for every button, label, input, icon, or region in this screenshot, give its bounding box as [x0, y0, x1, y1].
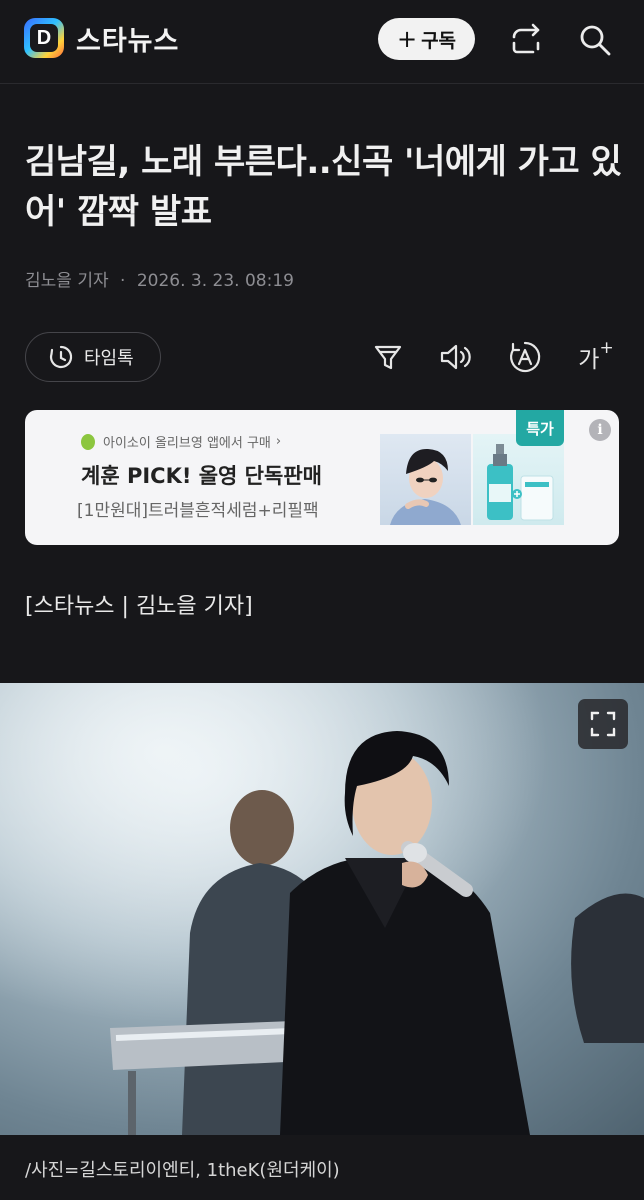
timetalk-label: 타임톡: [84, 348, 134, 369]
byline: 김노을 기자 · 2026. 3. 23. 08:19: [25, 266, 294, 291]
author-name[interactable]: 김노을 기자: [25, 271, 109, 291]
oliveyoung-logo-icon: [81, 433, 95, 450]
font-size-icon[interactable]: 가 +: [572, 336, 620, 378]
timetalk-button[interactable]: 타임톡: [25, 332, 161, 382]
translate-icon[interactable]: [504, 336, 546, 378]
photo-caption: /사진=길스토리이엔티, 1theK(원더케이): [25, 1160, 340, 1181]
plus-icon: +: [396, 25, 418, 53]
font-size-label: 가: [578, 347, 600, 373]
ad-store-line: 아이소이 올리브영 앱에서 구매: [103, 436, 271, 451]
filter-icon[interactable]: [367, 336, 409, 378]
ad-sale-badge: 특가: [516, 410, 564, 446]
ad-product-image[interactable]: [473, 434, 564, 525]
brand-name[interactable]: 스타뉴스: [76, 19, 179, 58]
ad-title[interactable]: 계훈 PICK! 올영 단독판매: [81, 460, 322, 490]
font-size-plus: +: [599, 338, 614, 358]
brand-logo[interactable]: D: [24, 18, 64, 58]
top-bar: D 스타뉴스 + 구독: [0, 0, 644, 84]
publish-datetime: 2026. 3. 23. 08:19: [136, 271, 294, 291]
share-icon[interactable]: [506, 20, 546, 60]
ad-subtitle[interactable]: [1만원대]트러블흔적세럼+리필팩: [77, 496, 319, 521]
ad-store-link[interactable]: 아이소이 올리브영 앱에서 구매 ›: [81, 432, 281, 451]
subscribe-label: 구독: [421, 29, 457, 52]
fullscreen-expand-button[interactable]: [578, 699, 628, 749]
article-headline: 김남길, 노래 부른다..신곡 '너에게 가고 있어' 깜짝 발표: [25, 142, 622, 232]
speaker-icon[interactable]: [435, 336, 477, 378]
subscribe-button[interactable]: + 구독: [378, 18, 475, 60]
brand[interactable]: D 스타뉴스: [24, 18, 179, 58]
ad-banner[interactable]: 아이소이 올리브영 앱에서 구매 › 계훈 PICK! 올영 단독판매 [1만원…: [25, 410, 619, 545]
clock-icon: [48, 344, 74, 370]
ad-model-image[interactable]: [380, 434, 471, 525]
brand-logo-letter: D: [30, 24, 58, 52]
info-icon[interactable]: i: [589, 419, 611, 441]
search-icon[interactable]: [575, 20, 615, 60]
article-source-line: [스타뉴스 | 김노을 기자]: [25, 594, 253, 619]
byline-separator: ·: [120, 271, 126, 291]
article-photo[interactable]: [0, 683, 644, 1135]
chevron-right-icon: ›: [275, 434, 282, 449]
